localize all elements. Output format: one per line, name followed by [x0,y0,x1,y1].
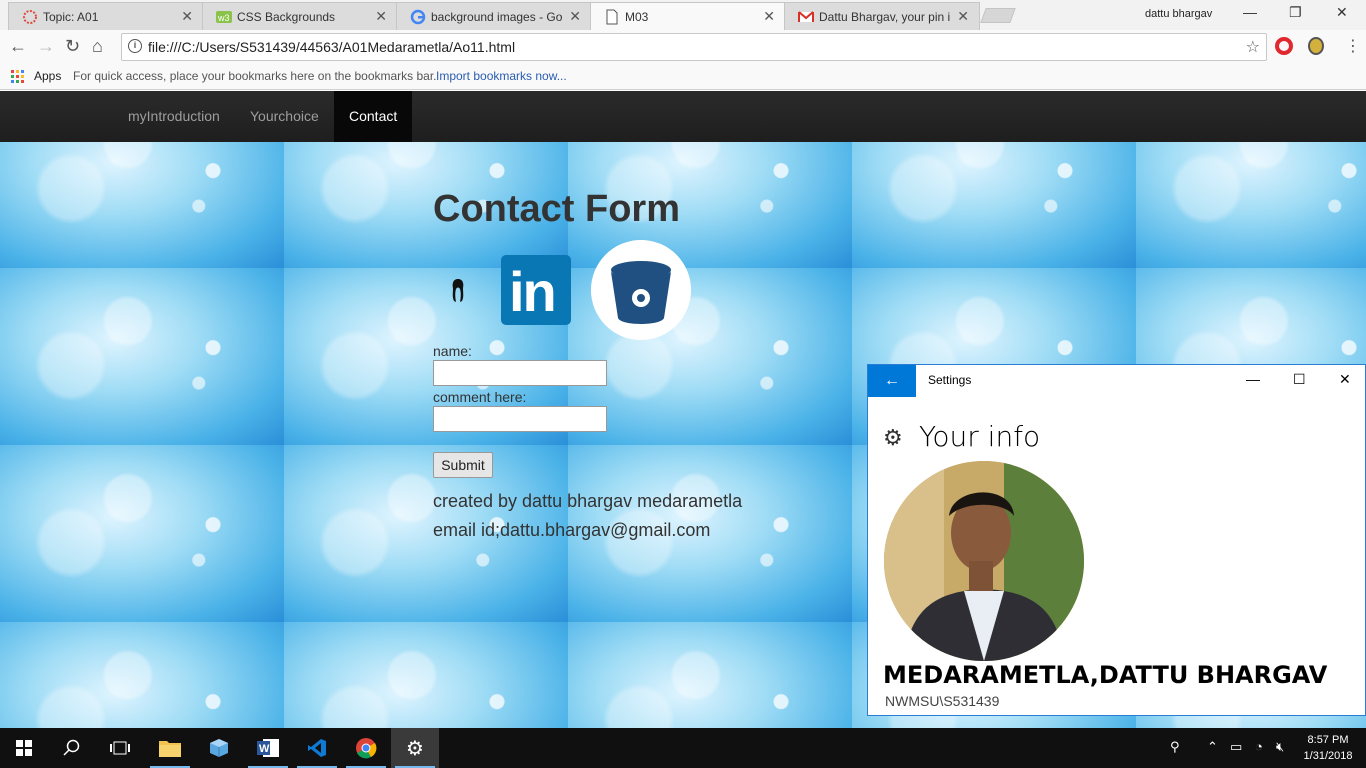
svg-text:w3: w3 [217,13,230,23]
battery-icon[interactable]: ▭ [1230,739,1242,755]
google-icon [410,9,426,25]
vscode-icon[interactable] [293,728,341,768]
new-tab-button[interactable] [980,8,1016,23]
back-arrow-icon[interactable]: ← [868,365,916,397]
document-icon [606,9,618,25]
nav-contact[interactable]: Contact [334,91,413,142]
name-label: name: [433,343,472,359]
user-account-id: NWMSU\S531439 [885,693,1000,709]
tab-topic-a01[interactable]: Topic: A01 ✕ [8,2,204,30]
reload-icon[interactable]: ↻ [65,36,80,57]
github-icon[interactable] [449,277,467,305]
submit-button[interactable]: Submit [433,452,493,478]
avatar [884,461,1084,661]
chevron-up-icon[interactable]: ⌃ [1207,739,1218,755]
chrome-icon[interactable] [342,728,390,768]
close-icon[interactable]: ✕ [1339,371,1351,388]
w3schools-icon: w3 [216,11,232,23]
windows-start-icon[interactable] [0,728,48,768]
browser-toolbar: ← → ↻ ⌂ i file:///C:/Users/S531439/44563… [0,30,1366,64]
close-icon[interactable]: ✕ [375,8,387,25]
gear-icon: ⚙ [883,425,903,450]
apps-icon[interactable] [11,70,24,83]
tab-label: background images - Go [431,10,563,24]
home-icon[interactable]: ⌂ [92,36,103,57]
tab-label: M03 [625,10,649,24]
name-input[interactable] [433,360,607,386]
taskbar: W ⚙ ⚲ ⌃ ▭ ◔ 🔇︎ 8:57 PM 1/31/2018 [0,728,1366,768]
extension-icon[interactable] [1308,37,1324,55]
address-bar[interactable]: i file:///C:/Users/S531439/44563/A01Meda… [121,33,1267,61]
apps-link[interactable]: Apps [34,69,61,83]
system-clock[interactable]: 8:57 PM 1/31/2018 [1296,732,1360,764]
page-title: Contact Form [433,188,680,230]
comment-label: comment here: [433,389,527,405]
email-text: email id;dattu.bhargav@gmail.com [433,520,711,540]
back-icon[interactable]: ← [9,36,27,57]
profile-name[interactable]: dattu bhargav [1145,8,1212,20]
user-name: MEDARAMETLA,DATTU BHARGAV [883,661,1328,689]
settings-window-title: Settings [928,373,972,387]
bookmarks-bar: Apps For quick access, place your bookma… [0,64,1366,90]
clock-date: 1/31/2018 [1303,750,1353,762]
maximize-icon[interactable]: ☐ [1293,371,1306,388]
opera-extension-icon[interactable] [1275,37,1293,55]
minimize-icon[interactable]: — [1246,371,1260,387]
close-icon[interactable]: ✕ [181,8,193,25]
close-icon[interactable]: ✕ [569,8,581,25]
tab-label: Topic: A01 [43,10,99,24]
search-icon[interactable] [48,728,96,768]
linkedin-logo-text: in [509,260,557,323]
star-icon[interactable]: ☆ [1246,37,1260,57]
bitbucket-icon[interactable] [591,240,691,340]
tab-label: CSS Backgrounds [237,10,336,24]
word-icon[interactable]: W [244,728,292,768]
restore-icon[interactable]: ❐ [1289,4,1302,21]
lotus-icon [23,10,37,24]
close-icon[interactable]: ✕ [763,8,775,25]
tab-gmail[interactable]: Dattu Bhargav, your pin i ✕ [784,2,980,30]
created-by-text: created by dattu bhargav medarametla [433,491,743,511]
site-navbar: myIntroduction Yourchoice Contact [0,91,1366,142]
linkedin-icon[interactable]: in [501,255,571,325]
url-text[interactable]: file:///C:/Users/S531439/44563/A01Medara… [148,39,515,55]
settings-heading: Your info [919,420,1041,453]
comment-input[interactable] [433,406,607,432]
gmail-icon [798,11,814,22]
import-bookmarks-link[interactable]: Import bookmarks now... [436,69,567,83]
people-icon[interactable]: ⚲ [1170,739,1180,755]
close-icon[interactable]: ✕ [1336,4,1348,21]
close-icon[interactable]: ✕ [957,8,969,25]
clock-time: 8:57 PM [1307,734,1349,746]
forward-icon[interactable]: → [37,36,55,57]
3d-box-app-icon[interactable] [195,728,243,768]
settings-app-icon[interactable]: ⚙ [391,728,439,768]
settings-window: ← Settings — ☐ ✕ ⚙ Your info MEDARAMETLA… [867,364,1366,716]
tab-background-images[interactable]: background images - Go ✕ [396,2,592,30]
task-view-icon[interactable] [96,728,144,768]
svg-text:W: W [259,743,270,755]
nav-yourchoice[interactable]: Yourchoice [235,91,334,142]
menu-icon[interactable]: ⋮ [1345,36,1361,56]
info-icon[interactable]: i [128,39,142,53]
wifi-icon[interactable]: ◔ [1255,739,1263,754]
settings-titlebar: ← Settings — ☐ ✕ [868,365,1365,397]
tab-m03[interactable]: M03 ✕ [590,2,786,31]
tab-label: Dattu Bhargav, your pin i [819,10,951,24]
file-explorer-icon[interactable] [146,728,194,768]
volume-muted-icon[interactable]: 🔇︎ [1276,739,1284,755]
minimize-icon[interactable]: — [1243,4,1257,20]
tab-strip: Topic: A01 ✕ w3 CSS Backgrounds ✕ backgr… [0,0,1366,31]
tab-css-backgrounds[interactable]: w3 CSS Backgrounds ✕ [202,2,398,30]
nav-myintroduction[interactable]: myIntroduction [113,91,235,142]
bookmarks-hint: For quick access, place your bookmarks h… [73,69,437,83]
